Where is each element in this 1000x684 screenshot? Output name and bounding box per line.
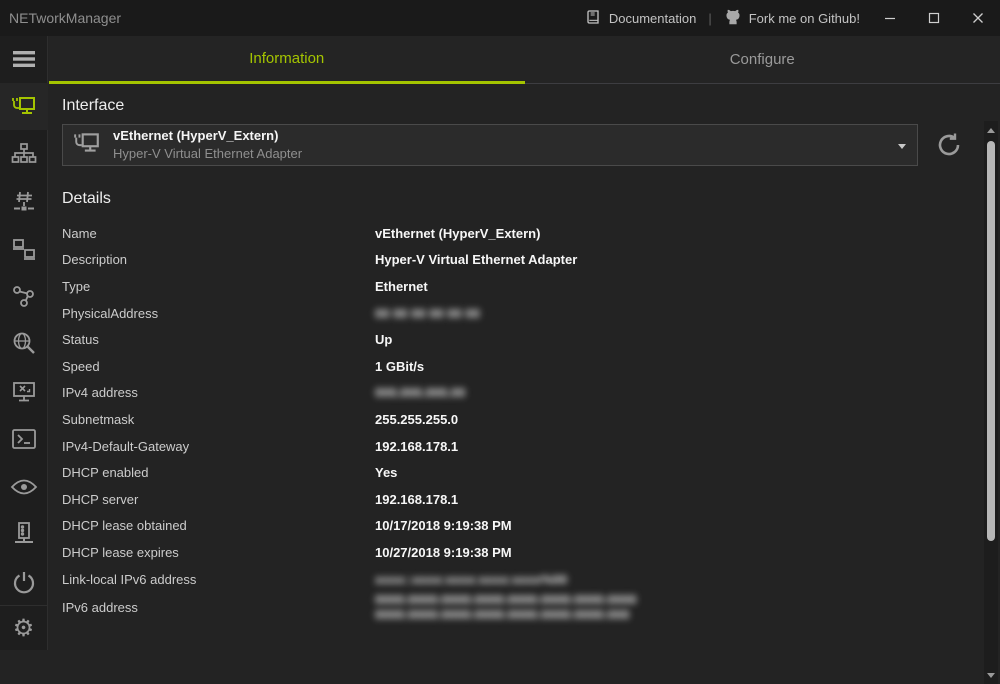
detail-label: Description	[62, 252, 375, 267]
tab-bar: Information Configure	[49, 36, 1000, 84]
minimize-button[interactable]	[868, 0, 912, 36]
titlebar: NETworkManager Documentation | Fork me o…	[0, 0, 1000, 36]
remote-desktop-icon[interactable]	[0, 368, 48, 416]
detail-row: Description Hyper-V Virtual Ethernet Ada…	[62, 247, 1000, 274]
detail-value: 192.168.178.1	[375, 439, 458, 454]
detail-row: DHCP enabled Yes	[62, 459, 1000, 486]
detail-label: Speed	[62, 359, 375, 374]
maximize-button[interactable]	[912, 0, 956, 36]
settings-gear-icon[interactable]: ⚙	[0, 605, 48, 650]
detail-value: Ethernet	[375, 279, 428, 294]
titlebar-separator: |	[704, 11, 715, 26]
detail-value: 10/17/2018 9:19:38 PM	[375, 518, 512, 533]
menu-icon[interactable]	[0, 36, 48, 83]
network-interface-icon[interactable]	[0, 83, 48, 131]
interface-row: vEthernet (HyperV_Extern) Hyper-V Virtua…	[62, 124, 1000, 166]
app-title: NETworkManager	[0, 10, 121, 26]
documentation-label: Documentation	[609, 11, 696, 26]
chevron-down-icon	[898, 144, 906, 149]
detail-label: PhysicalAddress	[62, 306, 375, 321]
detail-row: PhysicalAddress 00 00 00 00 00 00	[62, 300, 1000, 327]
content: Interface vEthernet (HyperV_Extern) Hype…	[49, 84, 1000, 650]
tab-configure[interactable]: Configure	[525, 36, 1000, 84]
combobox-selected-name: vEthernet (HyperV_Extern)	[113, 127, 302, 145]
main-area: Information Configure Interface vEtherne…	[49, 36, 1000, 650]
detail-value: 1 GBit/s	[375, 359, 424, 374]
ip-scanner-icon[interactable]	[0, 130, 48, 178]
sidebar: ⚙	[0, 36, 48, 650]
detail-label: Status	[62, 332, 375, 347]
redacted-value: 0000:0000:0000:0000:0000:0000:0000:0000	[375, 592, 637, 607]
detail-row: DHCP server 192.168.178.1	[62, 486, 1000, 513]
detail-label: Name	[62, 226, 375, 241]
detail-label: DHCP enabled	[62, 465, 375, 480]
scrollbar-thumb[interactable]	[987, 141, 995, 541]
detail-row: IPv4-Default-Gateway 192.168.178.1	[62, 433, 1000, 460]
detail-label: DHCP server	[62, 492, 375, 507]
detail-value: 255.255.255.0	[375, 412, 458, 427]
close-button[interactable]	[956, 0, 1000, 36]
detail-row: IPv6 address 0000:0000:0000:0000:0000:00…	[62, 592, 1000, 622]
redacted-value: 00 00 00 00 00 00	[375, 306, 480, 321]
vertical-scrollbar[interactable]	[984, 121, 998, 684]
redacted-value: 000.000.000.00	[375, 385, 465, 400]
documentation-link[interactable]: Documentation	[578, 0, 704, 36]
terminal-icon[interactable]	[0, 415, 48, 463]
detail-value: 0000:0000:0000:0000:0000:0000:0000:00000…	[375, 592, 637, 622]
redacted-value: 0000:0000:0000:0000:0000:0000:0000:000	[375, 607, 637, 622]
book-icon	[586, 9, 602, 28]
traceroute-icon[interactable]	[0, 273, 48, 321]
detail-row: IPv4 address 000.000.000.00	[62, 380, 1000, 407]
detail-value: Hyper-V Virtual Ethernet Adapter	[375, 252, 577, 267]
detail-value: 192.168.178.1	[375, 492, 458, 507]
scrollbar-down-arrow-icon[interactable]	[984, 668, 998, 682]
port-scanner-icon[interactable]	[0, 178, 48, 226]
detail-value: Up	[375, 332, 392, 347]
detail-row: Name vEthernet (HyperV_Extern)	[62, 220, 1000, 247]
detail-value: xxxx::xxxx:xxxx:xxxx:xxxx%00	[375, 572, 567, 587]
detail-value: Yes	[375, 465, 397, 480]
detail-row: Type Ethernet	[62, 273, 1000, 300]
detail-label: DHCP lease expires	[62, 545, 375, 560]
tab-information[interactable]: Information	[49, 36, 525, 84]
interface-heading: Interface	[62, 97, 1000, 115]
detail-row: Status Up	[62, 326, 1000, 353]
details-heading: Details	[62, 190, 1000, 208]
redacted-value: xxxx::xxxx:xxxx:xxxx:xxxx%00	[375, 572, 567, 587]
detail-label: IPv4-Default-Gateway	[62, 439, 375, 454]
detail-label: Link-local IPv6 address	[62, 572, 375, 587]
scrollbar-up-arrow-icon[interactable]	[984, 123, 998, 137]
combobox-selected-description: Hyper-V Virtual Ethernet Adapter	[113, 145, 302, 163]
details-rows: Name vEthernet (HyperV_Extern) Descripti…	[62, 220, 1000, 622]
github-label: Fork me on Github!	[749, 11, 860, 26]
detail-row: Link-local IPv6 address xxxx::xxxx:xxxx:…	[62, 566, 1000, 593]
detail-row: Subnetmask 255.255.255.0	[62, 406, 1000, 433]
detail-value: 10/27/2018 9:19:38 PM	[375, 545, 512, 560]
detail-value: vEthernet (HyperV_Extern)	[375, 226, 540, 241]
details-section: Details Name vEthernet (HyperV_Extern) D…	[62, 190, 1000, 622]
detail-row: Speed 1 GBit/s	[62, 353, 1000, 380]
github-octocat-icon	[724, 9, 742, 28]
wake-on-lan-icon[interactable]	[0, 510, 48, 558]
detail-row: DHCP lease expires 10/27/2018 9:19:38 PM	[62, 539, 1000, 566]
ping-icon[interactable]	[0, 225, 48, 273]
dns-lookup-icon[interactable]	[0, 320, 48, 368]
detail-label: Subnetmask	[62, 412, 375, 427]
github-link[interactable]: Fork me on Github!	[716, 0, 868, 36]
detail-label: IPv6 address	[62, 600, 375, 615]
detail-label: DHCP lease obtained	[62, 518, 375, 533]
detail-value: 00 00 00 00 00 00	[375, 306, 480, 321]
detail-row: DHCP lease obtained 10/17/2018 9:19:38 P…	[62, 513, 1000, 540]
detail-label: Type	[62, 279, 375, 294]
listeners-icon[interactable]	[0, 463, 48, 511]
network-adapter-icon	[73, 130, 101, 161]
detail-value: 000.000.000.00	[375, 385, 465, 400]
interface-combobox[interactable]: vEthernet (HyperV_Extern) Hyper-V Virtua…	[62, 124, 918, 166]
power-icon[interactable]	[0, 558, 48, 606]
detail-label: IPv4 address	[62, 385, 375, 400]
refresh-button[interactable]	[933, 129, 965, 161]
